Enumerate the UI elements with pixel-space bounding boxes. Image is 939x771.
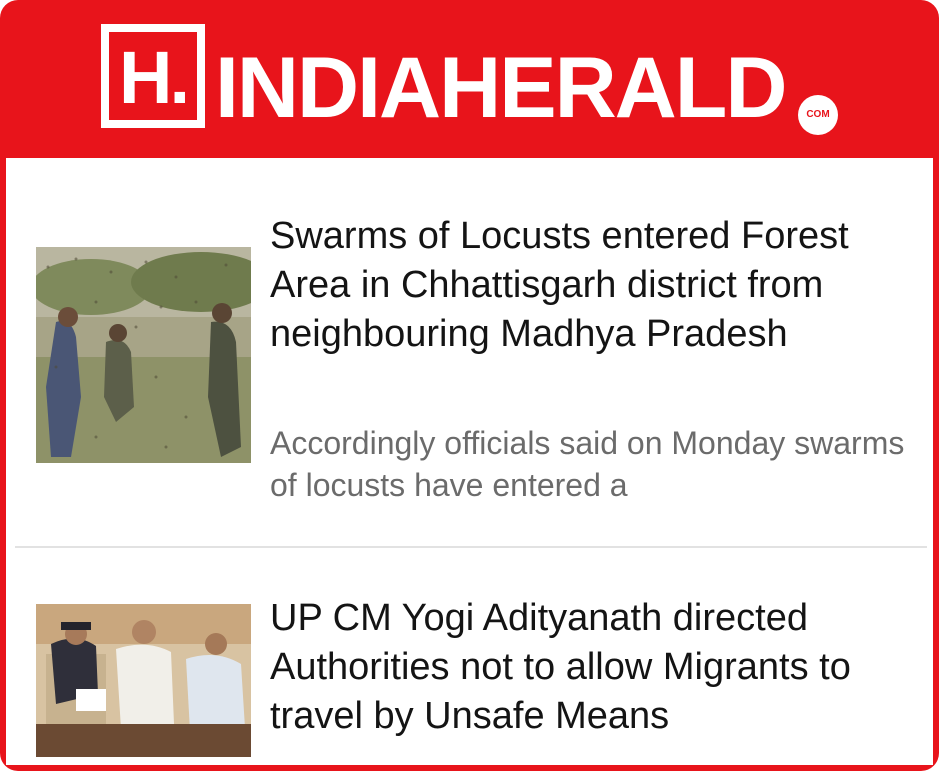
article-summary: Accordingly officials said on Monday swa…: [270, 425, 905, 503]
logo-mark-text: H.: [119, 36, 190, 119]
article-list: Swarms of Locusts entered Forest Area in…: [6, 158, 933, 765]
locust-swarm-photo-icon: [36, 247, 251, 463]
site-header: H. INDIAHERALD COM: [0, 0, 939, 158]
officials-meeting-photo-icon: [36, 604, 251, 757]
logo-wordmark[interactable]: INDIAHERALD: [215, 40, 787, 136]
article-item[interactable]: Swarms of Locusts entered Forest Area in…: [6, 158, 933, 546]
news-widget: H. INDIAHERALD COM Swarms of Locusts ent…: [0, 0, 939, 771]
article-thumbnail[interactable]: [36, 604, 251, 757]
article-headline[interactable]: UP CM Yogi Adityanath directed Authoriti…: [270, 594, 920, 741]
article-headline[interactable]: Swarms of Locusts entered Forest Area in…: [270, 212, 920, 359]
article-item[interactable]: UP CM Yogi Adityanath directed Authoriti…: [6, 548, 933, 765]
article-thumbnail[interactable]: [36, 247, 251, 463]
logo-com-badge: COM: [798, 95, 838, 135]
logo-mark-icon[interactable]: H.: [101, 24, 205, 128]
